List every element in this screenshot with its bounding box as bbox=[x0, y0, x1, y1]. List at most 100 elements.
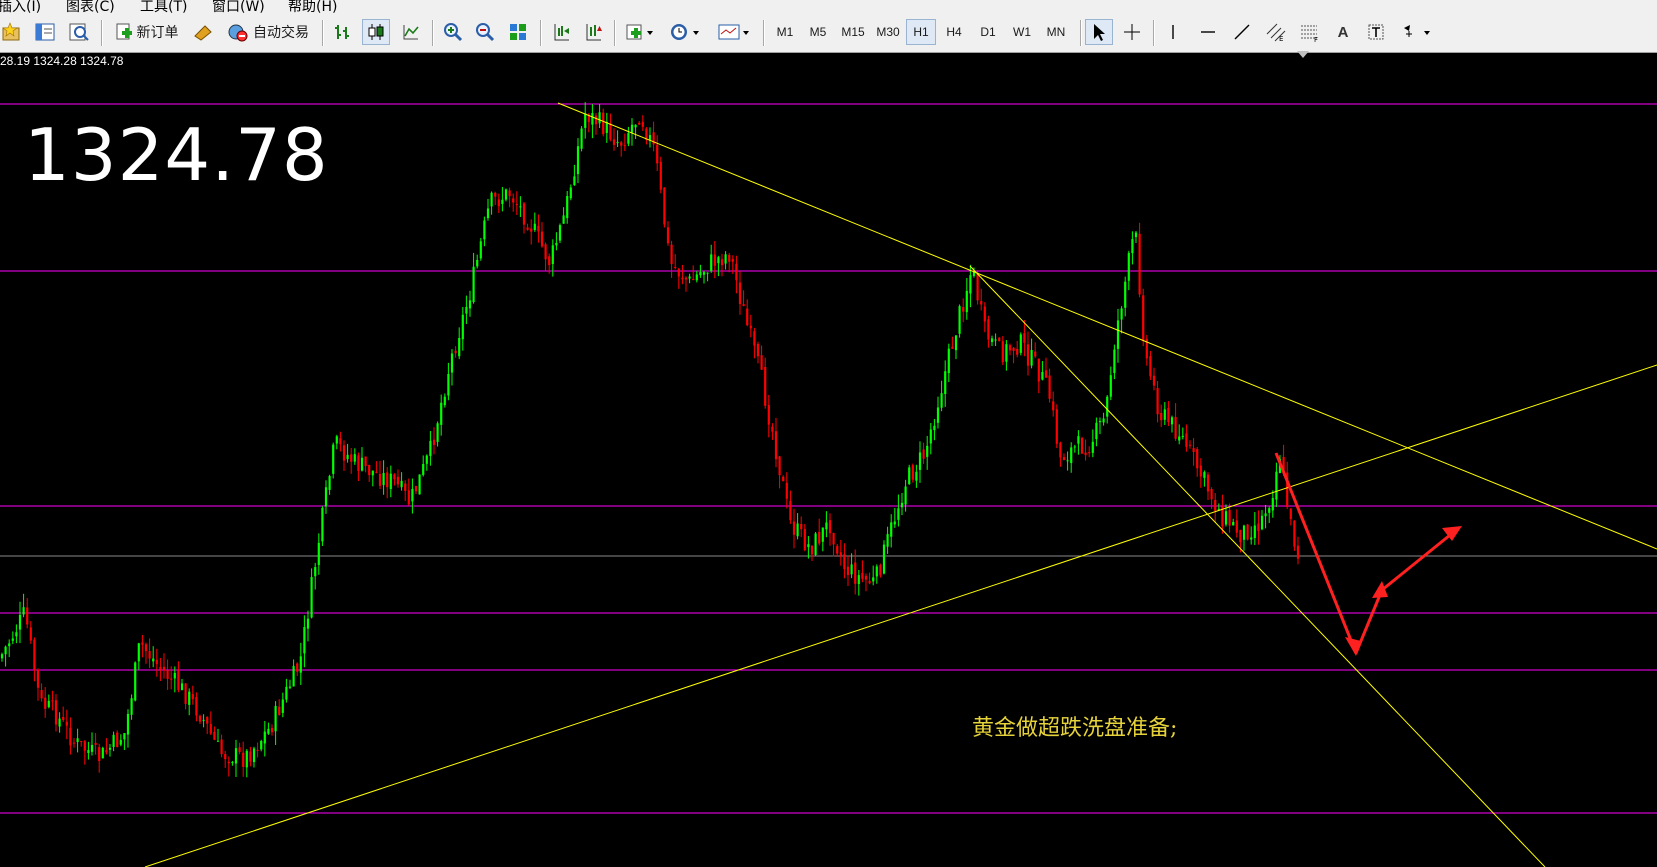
candle-body bbox=[839, 552, 842, 556]
candle-body bbox=[468, 300, 472, 309]
candle-body bbox=[162, 666, 166, 671]
candle-body bbox=[800, 523, 803, 530]
candle-body bbox=[231, 762, 234, 764]
candle-body bbox=[65, 721, 68, 726]
candle-body bbox=[897, 508, 900, 520]
trendline-ascending-support[interactable] bbox=[144, 364, 1657, 867]
candle-body bbox=[537, 225, 540, 232]
chart-area[interactable]: 28.19 1324.28 1324.78 1324.78 黄金做超跌洗盘准备; bbox=[0, 51, 1657, 867]
candle-body bbox=[321, 507, 324, 542]
candle-body bbox=[141, 642, 144, 645]
candle-body bbox=[630, 124, 634, 133]
tile-windows-icon[interactable] bbox=[505, 19, 531, 45]
candle-body bbox=[1203, 472, 1206, 478]
timeframe-m1[interactable]: M1 bbox=[770, 19, 800, 45]
candle-body bbox=[1120, 308, 1123, 320]
candle-body bbox=[1091, 441, 1094, 453]
zoom-in-icon[interactable] bbox=[440, 19, 466, 45]
candle-body bbox=[1098, 421, 1102, 423]
indicators-dropdown-icon[interactable] bbox=[622, 19, 658, 45]
equidistant-channel-icon[interactable]: E bbox=[1262, 19, 1290, 45]
candle-body bbox=[476, 259, 479, 267]
candle-body bbox=[249, 751, 252, 762]
timeframe-w1[interactable]: W1 bbox=[1007, 19, 1037, 45]
candle-body bbox=[598, 112, 601, 124]
menu-window[interactable]: 窗口(W) bbox=[212, 0, 265, 14]
candle-body bbox=[454, 350, 457, 354]
templates-dropdown-icon[interactable] bbox=[714, 19, 754, 45]
candle-body bbox=[227, 761, 230, 764]
timeframe-h1[interactable]: H1 bbox=[906, 19, 936, 45]
candle-body bbox=[371, 470, 374, 476]
text-label-icon[interactable] bbox=[1363, 19, 1389, 45]
candle-body bbox=[1008, 345, 1012, 351]
fibonacci-icon[interactable]: F bbox=[1297, 19, 1323, 45]
strategy-tester-icon[interactable] bbox=[66, 19, 92, 45]
period-clock-dropdown-icon[interactable] bbox=[666, 19, 706, 45]
horizontal-line-icon[interactable] bbox=[1194, 19, 1222, 45]
zoom-out-icon[interactable] bbox=[472, 19, 498, 45]
menu-help[interactable]: 帮助(H) bbox=[288, 0, 337, 14]
timeframe-h4[interactable]: H4 bbox=[939, 19, 969, 45]
candle-body bbox=[551, 245, 554, 264]
candle-body bbox=[1188, 444, 1192, 446]
chart-shift-marker[interactable] bbox=[1297, 51, 1309, 58]
candle-body bbox=[864, 575, 868, 580]
candle-body bbox=[26, 607, 29, 625]
line-chart-icon[interactable] bbox=[398, 19, 424, 45]
candlestick-chart-icon[interactable] bbox=[362, 19, 390, 45]
arrows-dropdown-icon[interactable] bbox=[1398, 19, 1436, 45]
candle-body bbox=[447, 374, 450, 396]
trendline-descending-lower[interactable] bbox=[969, 265, 1546, 867]
trendline-icon[interactable] bbox=[1228, 19, 1256, 45]
candle-body bbox=[900, 502, 904, 508]
timeframe-m5[interactable]: M5 bbox=[803, 19, 833, 45]
candle-body bbox=[94, 742, 97, 745]
candle-body bbox=[357, 455, 360, 471]
candle-body bbox=[1268, 508, 1271, 513]
metaeditor-icon[interactable] bbox=[191, 19, 215, 45]
candle-body bbox=[490, 192, 493, 207]
candle-body bbox=[1134, 232, 1138, 238]
candle-body bbox=[720, 259, 724, 266]
new-order-button[interactable]: 新订单 bbox=[108, 19, 184, 45]
candle-body bbox=[44, 697, 47, 709]
timeframe-mn[interactable]: MN bbox=[1040, 19, 1072, 45]
trendline-descending-upper[interactable] bbox=[557, 102, 1657, 550]
chart-shift-icon[interactable] bbox=[548, 19, 574, 45]
cursor-icon[interactable] bbox=[1085, 19, 1113, 45]
bar-chart-icon[interactable] bbox=[330, 19, 356, 45]
candle-body bbox=[62, 716, 65, 721]
navigator-icon[interactable] bbox=[32, 19, 58, 45]
candle-body bbox=[821, 527, 824, 542]
candle-body bbox=[879, 565, 882, 576]
timeframe-d1[interactable]: D1 bbox=[973, 19, 1003, 45]
candle-body bbox=[526, 227, 529, 230]
auto-scroll-icon[interactable] bbox=[580, 19, 606, 45]
vertical-line-icon[interactable] bbox=[1160, 19, 1186, 45]
candle-body bbox=[389, 473, 392, 489]
candle-body bbox=[836, 545, 839, 554]
candle-body bbox=[1037, 358, 1040, 382]
auto-trading-button[interactable]: 自动交易 bbox=[222, 19, 314, 45]
candle-body bbox=[306, 618, 310, 629]
candle-body bbox=[681, 277, 684, 280]
candle-body bbox=[944, 371, 947, 395]
candle-body bbox=[1210, 489, 1213, 500]
timeframe-m30[interactable]: M30 bbox=[871, 19, 905, 45]
candle-body bbox=[1030, 349, 1033, 366]
candle-body bbox=[735, 263, 738, 281]
candle-body bbox=[303, 627, 306, 654]
menu-tools[interactable]: 工具(T) bbox=[140, 0, 187, 14]
candle-body bbox=[1199, 465, 1202, 477]
menu-insert[interactable]: 插入(I) bbox=[0, 0, 41, 14]
candle-body bbox=[317, 542, 320, 565]
menu-charts[interactable]: 图表(C) bbox=[66, 0, 115, 14]
ohlc-readout: 28.19 1324.28 1324.78 bbox=[0, 54, 124, 68]
candle-body bbox=[1055, 409, 1058, 444]
favorites-icon[interactable] bbox=[0, 19, 24, 45]
candle-body bbox=[951, 346, 954, 349]
text-tool-icon[interactable]: A bbox=[1330, 19, 1356, 45]
timeframe-m15[interactable]: M15 bbox=[836, 19, 870, 45]
crosshair-icon[interactable] bbox=[1118, 19, 1146, 45]
